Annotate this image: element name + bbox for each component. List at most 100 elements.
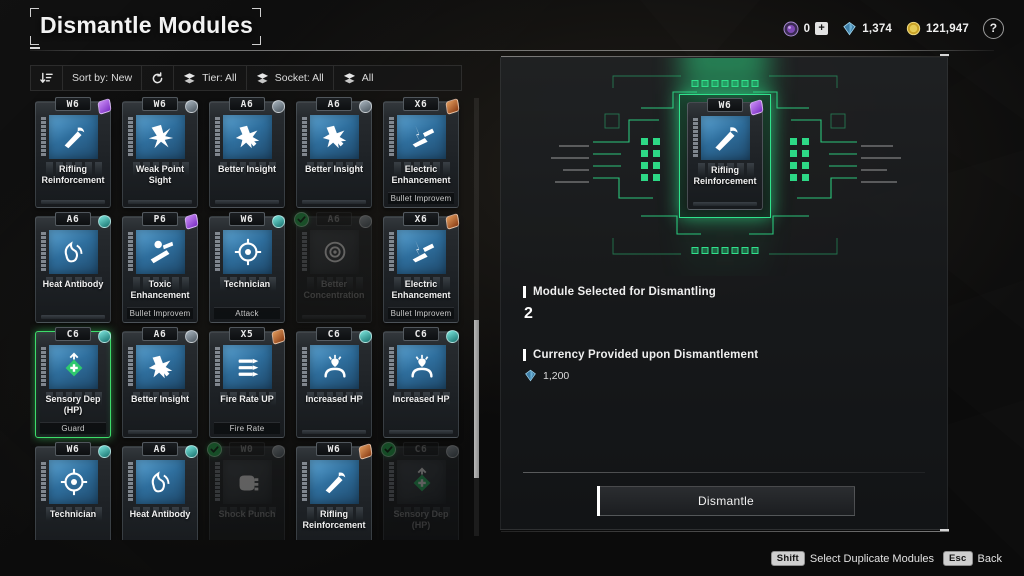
insight-icon xyxy=(322,125,346,149)
module-card[interactable]: A6 Better Insight xyxy=(291,95,377,208)
sensory-hp-icon xyxy=(413,467,430,492)
module-card-body[interactable]: W6 Technician xyxy=(35,442,111,540)
module-card-body[interactable]: X5 Fire Rate UP Fire Rate xyxy=(209,327,286,438)
module-card-body[interactable]: W6 Rifling Reinforcement xyxy=(35,97,112,208)
module-card-subtitle: Fire Rate xyxy=(214,422,280,434)
module-card-name: Better Insight xyxy=(304,164,363,174)
detail-bottom-divider xyxy=(501,529,949,532)
module-card-name: Increased HP xyxy=(305,394,363,404)
module-card[interactable]: X6 Electric Enhancement Bullet Improvem xyxy=(378,210,464,323)
socket-filter-dropdown[interactable]: Socket: All xyxy=(247,66,334,90)
dismantle-button[interactable]: Dismantle xyxy=(597,486,855,516)
sort-icon-button[interactable] xyxy=(31,66,63,90)
module-tier-label: W6 xyxy=(316,442,352,456)
reset-filters-button[interactable] xyxy=(142,66,175,90)
module-tier-label: A6 xyxy=(316,212,352,226)
featured-card-footer xyxy=(693,202,757,206)
tier-filter-dropdown[interactable]: Tier: All xyxy=(174,66,247,90)
module-card-body[interactable]: W6 Weak Point Sight xyxy=(122,97,198,208)
module-card[interactable]: W0 Shock Punch xyxy=(204,440,290,540)
esc-hint[interactable]: Esc Back xyxy=(943,551,1002,566)
module-card[interactable]: W6 Technician Attack xyxy=(204,210,290,323)
shift-hint[interactable]: Shift Select Duplicate Modules xyxy=(770,551,934,566)
module-card[interactable]: W6 Rifling Reinforcement xyxy=(30,95,116,208)
featured-module-card[interactable]: W6 Rifling Reinforcement xyxy=(687,98,765,210)
module-card[interactable]: A6 Heat Antibody xyxy=(117,440,203,540)
module-card-body[interactable]: X6 Electric Enhancement Bullet Improvem xyxy=(383,97,461,208)
module-card[interactable]: W6 Technician xyxy=(30,440,116,540)
module-card-body[interactable]: A6 Better Insight xyxy=(296,97,372,208)
sort-by-dropdown[interactable]: Sort by: New xyxy=(63,66,143,90)
module-tier-label: W6 xyxy=(55,97,91,111)
module-card[interactable]: X5 Fire Rate UP Fire Rate xyxy=(204,325,290,438)
scrollbar-thumb[interactable] xyxy=(474,320,479,478)
module-rarity-badge xyxy=(444,212,461,231)
fire-rate-icon xyxy=(238,358,258,377)
module-card-body[interactable]: C6 Increased HP xyxy=(383,327,461,438)
module-card-subtitle: Bullet Improvem xyxy=(388,192,454,204)
module-card[interactable]: W6 Rifling Reinforcement xyxy=(291,440,377,540)
help-button[interactable]: ? xyxy=(983,18,1004,39)
module-card-body[interactable]: A6 Heat Antibody xyxy=(35,212,111,323)
module-card-body[interactable]: C6 Sensory Dep (HP) Guard xyxy=(35,327,111,438)
module-grid: W6 Rifling Reinforcement W6 Weak Point Sigh… xyxy=(30,94,485,540)
module-art-row xyxy=(123,115,197,159)
module-card-body[interactable]: X6 Electric Enhancement Bullet Improvem xyxy=(383,212,461,323)
module-card[interactable]: A6 Better Insight xyxy=(204,95,290,208)
tier-filter-label: Tier: All xyxy=(202,72,237,84)
all-filter-dropdown[interactable]: All xyxy=(334,66,383,90)
shock-punch-icon xyxy=(239,475,258,491)
rifling-icon xyxy=(325,472,345,494)
module-rarity-badge xyxy=(183,212,200,231)
module-pin-strip xyxy=(389,232,394,271)
module-card[interactable]: A6 Better Concentration xyxy=(291,210,377,323)
module-rarity-badge xyxy=(444,97,461,116)
module-rarity-badge xyxy=(357,328,374,345)
featured-rarity-badge xyxy=(748,98,765,117)
module-card-body[interactable]: P6 Toxic Enhancement Bullet Improvem xyxy=(122,212,200,323)
module-pin-strip xyxy=(128,232,133,271)
module-card-name: Shock Punch xyxy=(218,509,276,519)
module-card[interactable]: C6 Sensory Dep (HP) Guard xyxy=(30,325,116,438)
module-card-name: Fire Rate UP xyxy=(220,394,274,404)
module-card[interactable]: C6 Sensory Dep (HP) xyxy=(378,440,464,540)
module-pin-strip xyxy=(302,462,307,501)
module-card[interactable]: A6 Heat Antibody xyxy=(30,210,116,323)
add-orb-button[interactable]: + xyxy=(815,22,829,35)
sensory-hp-icon xyxy=(65,352,82,377)
module-card-name: Toxic Enhancement xyxy=(130,279,190,300)
module-rarity-badge xyxy=(357,442,374,461)
module-card[interactable]: X6 Electric Enhancement Bullet Improvem xyxy=(378,95,464,208)
module-card-body[interactable]: A6 Better Concentration xyxy=(294,212,372,323)
module-card-body[interactable]: A6 Heat Antibody xyxy=(122,442,198,540)
rifling-icon xyxy=(714,127,738,151)
module-tier-label: X5 xyxy=(229,327,265,341)
module-card[interactable]: C6 Increased HP xyxy=(291,325,377,438)
module-card-name: Better Concentration xyxy=(303,279,365,300)
module-rarity-badge xyxy=(444,328,461,345)
crystal-icon xyxy=(843,21,856,36)
module-card-body[interactable]: W0 Shock Punch xyxy=(207,442,285,540)
module-pin-strip xyxy=(215,232,220,271)
selected-check-badge xyxy=(207,442,222,457)
module-card-body[interactable]: A6 Better Insight xyxy=(122,327,198,438)
module-card[interactable]: A6 Better Insight xyxy=(117,325,203,438)
page-title-block: Dismantle Modules xyxy=(30,8,261,45)
module-grid-scrollbar[interactable] xyxy=(474,98,479,536)
module-card-body[interactable]: W6 Technician Attack xyxy=(209,212,285,323)
module-card-body[interactable]: A6 Better Insight xyxy=(209,97,285,208)
module-card-body[interactable]: W6 Rifling Reinforcement xyxy=(296,442,374,540)
module-card[interactable]: P6 Toxic Enhancement Bullet Improvem xyxy=(117,210,203,323)
module-card-footer xyxy=(302,430,366,434)
module-card[interactable]: W6 Weak Point Sight xyxy=(117,95,203,208)
currency-provided-label: Currency Provided upon Dismantlement xyxy=(523,349,925,361)
all-filter-label: All xyxy=(361,72,374,84)
module-art xyxy=(310,115,359,159)
module-art xyxy=(136,115,185,159)
module-card[interactable]: C6 Increased HP xyxy=(378,325,464,438)
currency-orb: 0 + xyxy=(783,21,829,37)
module-card-body[interactable]: C6 Sensory Dep (HP) xyxy=(381,442,459,540)
socket-filter-label: Socket: All xyxy=(274,72,324,84)
module-card-body[interactable]: C6 Increased HP xyxy=(296,327,374,438)
module-art-row xyxy=(384,115,458,159)
